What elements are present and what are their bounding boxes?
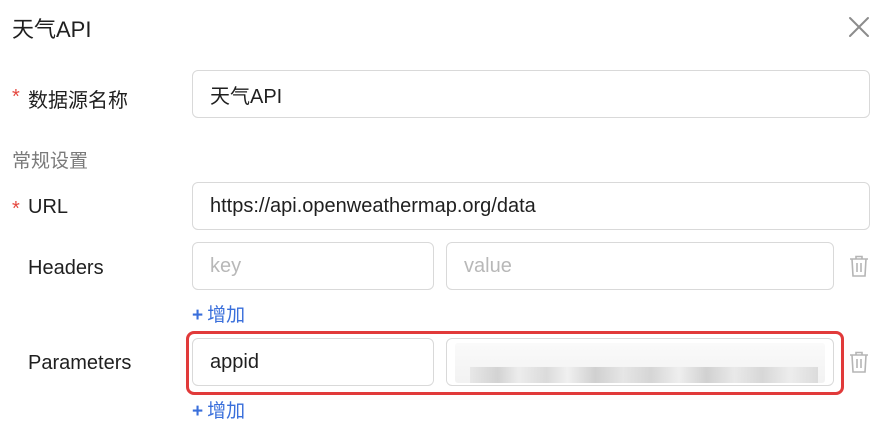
header-key-placeholder: key: [210, 254, 242, 277]
header-key-input[interactable]: key: [192, 242, 434, 290]
url-value: https://api.openweathermap.org/data: [210, 194, 536, 217]
header-value-input[interactable]: value: [446, 242, 834, 290]
required-mark: *: [12, 86, 20, 108]
add-header-button[interactable]: + 增加: [192, 300, 245, 327]
trash-icon[interactable]: [848, 350, 870, 374]
required-mark: *: [12, 198, 20, 220]
datasource-name-label: 数据源名称: [28, 90, 128, 112]
add-header-label: 增加: [207, 305, 246, 326]
headers-label: Headers: [28, 257, 104, 279]
parameters-label: Parameters: [28, 352, 132, 374]
close-icon[interactable]: [846, 14, 872, 40]
highlight-box: [186, 331, 844, 395]
url-label: URL: [28, 196, 69, 218]
datasource-name-input[interactable]: 天气API: [192, 70, 870, 118]
add-parameter-label: 增加: [207, 401, 246, 422]
url-input[interactable]: https://api.openweathermap.org/data: [192, 182, 870, 230]
datasource-name-value: 天气API: [210, 85, 283, 108]
dialog-title: 天气API: [12, 17, 92, 42]
section-general-settings: 常规设置: [12, 151, 89, 172]
header-value-placeholder: value: [464, 254, 512, 277]
trash-icon[interactable]: [848, 254, 870, 278]
add-parameter-button[interactable]: + 增加: [192, 396, 245, 423]
